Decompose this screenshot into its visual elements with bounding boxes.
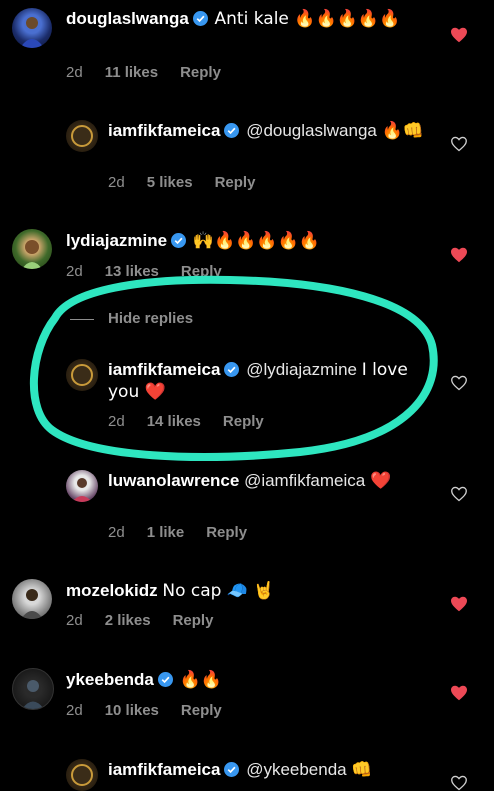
avatar[interactable] <box>12 579 52 619</box>
avatar[interactable] <box>66 359 98 391</box>
username[interactable]: iamfikfameica <box>108 121 220 140</box>
reply-button[interactable]: Reply <box>223 413 264 430</box>
comment-text: 🙌🔥🔥🔥🔥🔥 <box>192 231 320 251</box>
verified-badge-icon <box>224 762 240 777</box>
timestamp: 2d <box>66 64 83 81</box>
likes-count[interactable]: 5 likes <box>147 174 193 191</box>
avatar[interactable] <box>12 668 54 710</box>
likes-count[interactable]: 10 likes <box>105 702 159 719</box>
likes-count[interactable]: 2 likes <box>105 612 151 629</box>
mention-link[interactable]: @ykeebenda <box>246 760 346 779</box>
timestamp: 2d <box>66 702 83 719</box>
likes-count[interactable]: 1 like <box>147 524 185 541</box>
reply-button[interactable]: Reply <box>173 612 214 629</box>
likes-count[interactable]: 14 likes <box>147 413 201 430</box>
mention-link[interactable]: @lydiajazmine <box>246 360 357 379</box>
mention-link[interactable]: @douglaslwanga <box>246 121 377 140</box>
reply-button[interactable]: Reply <box>181 263 222 280</box>
username[interactable]: luwanolawrence <box>108 471 239 490</box>
comment-text: 🔥🔥 <box>179 670 222 690</box>
reply-button[interactable]: Reply <box>215 174 256 191</box>
username[interactable]: iamfikfameica <box>108 360 220 379</box>
heart-outline-icon[interactable] <box>450 136 468 152</box>
timestamp: 2d <box>66 612 83 629</box>
hide-replies-label: Hide replies <box>108 310 194 327</box>
verified-badge-icon <box>192 11 208 26</box>
username[interactable]: iamfikfameica <box>108 760 220 779</box>
avatar[interactable] <box>66 470 98 502</box>
timestamp: 2d <box>108 413 125 430</box>
verified-badge-icon <box>224 362 240 377</box>
verified-badge-icon <box>157 672 173 687</box>
likes-count[interactable]: 13 likes <box>105 263 159 280</box>
avatar[interactable] <box>66 759 98 791</box>
username[interactable]: lydiajazmine <box>66 231 167 250</box>
heart-icon[interactable] <box>450 685 468 701</box>
verified-badge-icon <box>171 233 187 248</box>
reply-button[interactable]: Reply <box>206 524 247 541</box>
heart-outline-icon[interactable] <box>450 486 468 502</box>
heart-icon[interactable] <box>450 27 468 43</box>
avatar[interactable] <box>12 8 52 48</box>
timestamp: 2d <box>108 524 125 541</box>
username[interactable]: ykeebenda <box>66 670 154 689</box>
comment-text: Anti kale 🔥🔥🔥🔥🔥 <box>214 9 401 29</box>
comment-text: No cap 🧢 🤘 <box>162 581 275 601</box>
avatar[interactable] <box>66 120 98 152</box>
username[interactable]: douglaslwanga <box>66 9 189 28</box>
hide-replies-button[interactable]: Hide replies <box>70 310 193 327</box>
verified-badge-icon <box>224 123 240 138</box>
heart-outline-icon[interactable] <box>450 375 468 391</box>
heart-icon[interactable] <box>450 596 468 612</box>
heart-outline-icon[interactable] <box>450 775 468 791</box>
comment-text: 👊 <box>351 760 373 780</box>
likes-count[interactable]: 11 likes <box>105 64 158 81</box>
comment-text: 🔥👊 <box>381 121 424 141</box>
mention-link[interactable]: @iamfikfameica <box>244 471 365 490</box>
divider-line <box>70 318 94 320</box>
comment-text: ❤️ <box>369 471 392 491</box>
username[interactable]: mozelokidz <box>66 581 158 600</box>
reply-button[interactable]: Reply <box>181 702 222 719</box>
timestamp: 2d <box>66 263 83 280</box>
reply-button[interactable]: Reply <box>180 64 221 81</box>
avatar[interactable] <box>12 229 52 269</box>
heart-icon[interactable] <box>450 247 468 263</box>
timestamp: 2d <box>108 174 125 191</box>
